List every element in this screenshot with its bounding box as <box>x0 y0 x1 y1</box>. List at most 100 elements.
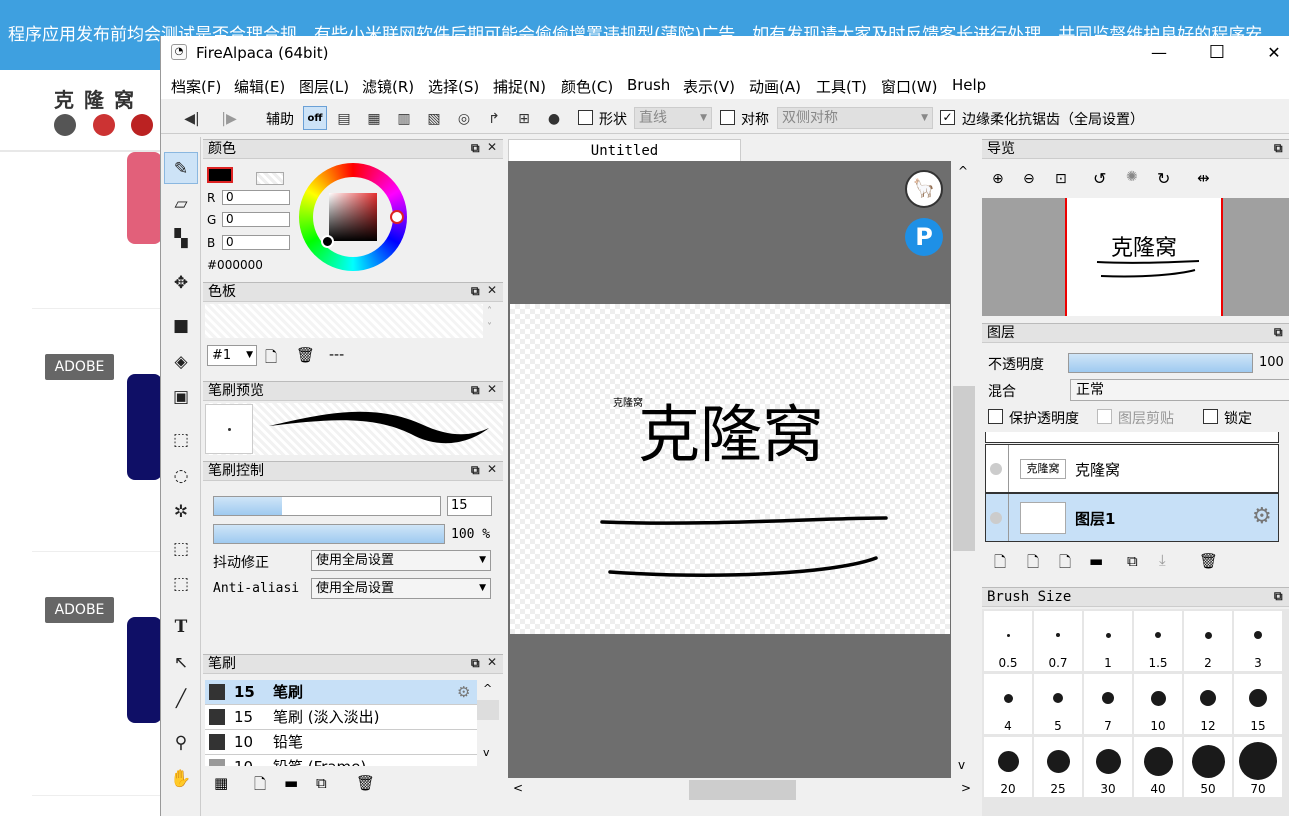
hand-tool-icon[interactable]: ✋ <box>164 763 198 795</box>
menu-filter[interactable]: 滤镜(R) <box>362 76 414 97</box>
duplicate-brush-icon[interactable]: ⧉ <box>316 774 327 792</box>
zoom-out-icon[interactable]: ⊖ <box>1023 171 1035 187</box>
app-icon[interactable] <box>127 374 162 480</box>
bucket-tool-icon[interactable]: ◈ <box>164 346 198 378</box>
float-icon[interactable]: ⧉ <box>471 141 480 156</box>
rect-select-tool-icon[interactable]: ⬚ <box>164 424 198 456</box>
snap-radial-icon[interactable]: ▧ <box>423 108 445 130</box>
snap-parallel-icon[interactable]: ▤ <box>333 108 355 130</box>
scroll-right-icon[interactable]: > <box>961 781 971 795</box>
close-icon[interactable]: ✕ <box>487 283 497 297</box>
brush-size-cell[interactable]: 12 <box>1184 674 1232 734</box>
scroll-down-icon[interactable]: v <box>483 746 490 759</box>
eraser-tool-icon[interactable]: ▱ <box>164 188 198 220</box>
symmetry-select[interactable]: 双侧对称 ▼ <box>777 107 933 129</box>
brush-size-cell[interactable]: 3 <box>1234 611 1282 671</box>
select-pen-tool-icon[interactable]: ⬚ <box>164 533 198 565</box>
close-icon[interactable]: ✕ <box>487 382 497 396</box>
scroll-up-icon[interactable]: ^ <box>958 164 968 178</box>
float-icon[interactable]: ⧉ <box>1274 589 1283 604</box>
gradient-tool-icon[interactable]: ▣ <box>164 381 198 413</box>
scroll-down-icon[interactable]: ˅ <box>487 322 492 333</box>
palette-selector[interactable]: #1 ▼ <box>207 345 257 366</box>
float-icon[interactable]: ⧉ <box>471 463 480 478</box>
close-button[interactable]: ✕ <box>1251 36 1289 69</box>
brush-list-scrollbar[interactable] <box>477 700 499 720</box>
new-1bit-layer-icon[interactable]: 🗋 <box>1059 552 1071 577</box>
zoom-in-icon[interactable]: ⊕ <box>992 171 1004 187</box>
layer-visibility-icon[interactable] <box>990 512 1002 524</box>
maximize-button[interactable]: ☐ <box>1194 36 1240 69</box>
float-icon[interactable]: ⧉ <box>471 656 480 671</box>
close-icon[interactable]: ✕ <box>487 655 497 669</box>
lasso-tool-icon[interactable]: ◌ <box>164 460 198 492</box>
brush-size-cell[interactable]: 30 <box>1084 737 1132 797</box>
menu-file[interactable]: 档案(F) <box>171 76 221 97</box>
brush-size-cell[interactable]: 0.7 <box>1034 611 1082 671</box>
magic-wand-tool-icon[interactable]: ✲ <box>164 496 198 528</box>
brush-size-cell[interactable]: 4 <box>984 674 1032 734</box>
brush-size-cell[interactable]: 7 <box>1084 674 1132 734</box>
brush-size-cell[interactable]: 1.5 <box>1134 611 1182 671</box>
brush-size-slider[interactable] <box>213 496 441 516</box>
brush-tool-icon[interactable]: ✎ <box>164 152 198 184</box>
brush-size-cell[interactable]: 2 <box>1184 611 1232 671</box>
brush-opacity-slider[interactable] <box>213 524 445 544</box>
zoom-fit-icon[interactable]: ⊡ <box>1055 171 1067 187</box>
secondary-color-swatch[interactable] <box>256 172 284 185</box>
rotate-right-icon[interactable]: ↻ <box>1157 169 1170 188</box>
palette-swatch-area[interactable] <box>205 304 483 338</box>
stabilizer-select[interactable]: 使用全局设置 ▼ <box>311 550 491 571</box>
gear-icon[interactable]: ⚙ <box>1252 504 1272 529</box>
new-brush-icon[interactable]: 🗋 <box>254 774 266 799</box>
snap-curve-icon[interactable]: ↱ <box>483 108 505 130</box>
float-icon[interactable]: ⧉ <box>1274 325 1283 340</box>
text-tool-icon[interactable]: T <box>164 611 198 643</box>
divide-tool-icon[interactable]: ╱ <box>164 683 198 715</box>
brush-size-cell[interactable]: 15 <box>1234 674 1282 734</box>
scroll-left-icon[interactable]: < <box>513 781 523 795</box>
app-icon[interactable] <box>127 152 162 244</box>
shape-checkbox[interactable] <box>578 110 593 125</box>
new-8bit-layer-icon[interactable]: 🗋 <box>1027 552 1039 577</box>
scroll-down-icon[interactable]: v <box>958 758 965 772</box>
layer-row[interactable]: 克隆窝 克隆窝 <box>985 444 1279 493</box>
snap-off-button[interactable]: off <box>303 106 327 130</box>
snap-dot-icon[interactable]: ● <box>543 108 565 130</box>
eyedropper-tool-icon[interactable]: ⚲ <box>164 727 198 759</box>
folder-icon[interactable]: ▬ <box>1089 552 1103 570</box>
new-layer-icon[interactable]: 🗋 <box>994 552 1006 577</box>
fill-rect-tool-icon[interactable]: ■ <box>164 310 198 342</box>
layer-scrollbar[interactable] <box>1280 432 1289 544</box>
menu-window[interactable]: 窗口(W) <box>881 76 938 97</box>
protect-alpha-checkbox[interactable] <box>988 409 1003 424</box>
g-input[interactable]: 0 <box>222 212 290 227</box>
menu-edit[interactable]: 编辑(E) <box>234 76 285 97</box>
menu-view[interactable]: 表示(V) <box>683 76 735 97</box>
merge-down-icon[interactable]: ⤓ <box>1159 551 1166 569</box>
brush-size-cell[interactable]: 10 <box>1134 674 1182 734</box>
pixiv-icon[interactable]: P <box>905 218 943 256</box>
antialias-control-select[interactable]: 使用全局设置 ▼ <box>311 578 491 599</box>
float-icon[interactable]: ⧉ <box>471 284 480 299</box>
clipping-checkbox[interactable] <box>1097 409 1112 424</box>
title-bar[interactable] <box>161 36 1289 69</box>
rotate-left-icon[interactable]: ↺ <box>1093 169 1106 188</box>
brush-size-cell[interactable]: 40 <box>1134 737 1182 797</box>
close-icon[interactable]: ✕ <box>487 140 497 154</box>
r-input[interactable]: 0 <box>222 190 290 205</box>
brush-size-input[interactable]: 15 <box>447 496 492 516</box>
brush-list-item[interactable]: 15 笔刷 ⚙ <box>205 680 477 705</box>
menu-tools[interactable]: 工具(T) <box>816 76 867 97</box>
brush-size-cell[interactable]: 5 <box>1034 674 1082 734</box>
new-palette-icon[interactable]: 🗋 <box>265 347 277 372</box>
brush-size-cell[interactable]: 1 <box>1084 611 1132 671</box>
delete-layer-icon[interactable]: 🗑 <box>1199 552 1218 570</box>
menu-color[interactable]: 颜色(C) <box>561 76 613 97</box>
layer-row[interactable]: 图层1 ⚙ <box>985 493 1279 542</box>
layer-opacity-slider[interactable] <box>1068 353 1253 373</box>
brush-list-item[interactable]: 10 铅笔 (Frame) <box>205 755 477 766</box>
primary-color-swatch[interactable] <box>207 167 233 183</box>
category-badge[interactable]: ADOBE <box>45 597 114 623</box>
brush-size-cell[interactable]: 20 <box>984 737 1032 797</box>
